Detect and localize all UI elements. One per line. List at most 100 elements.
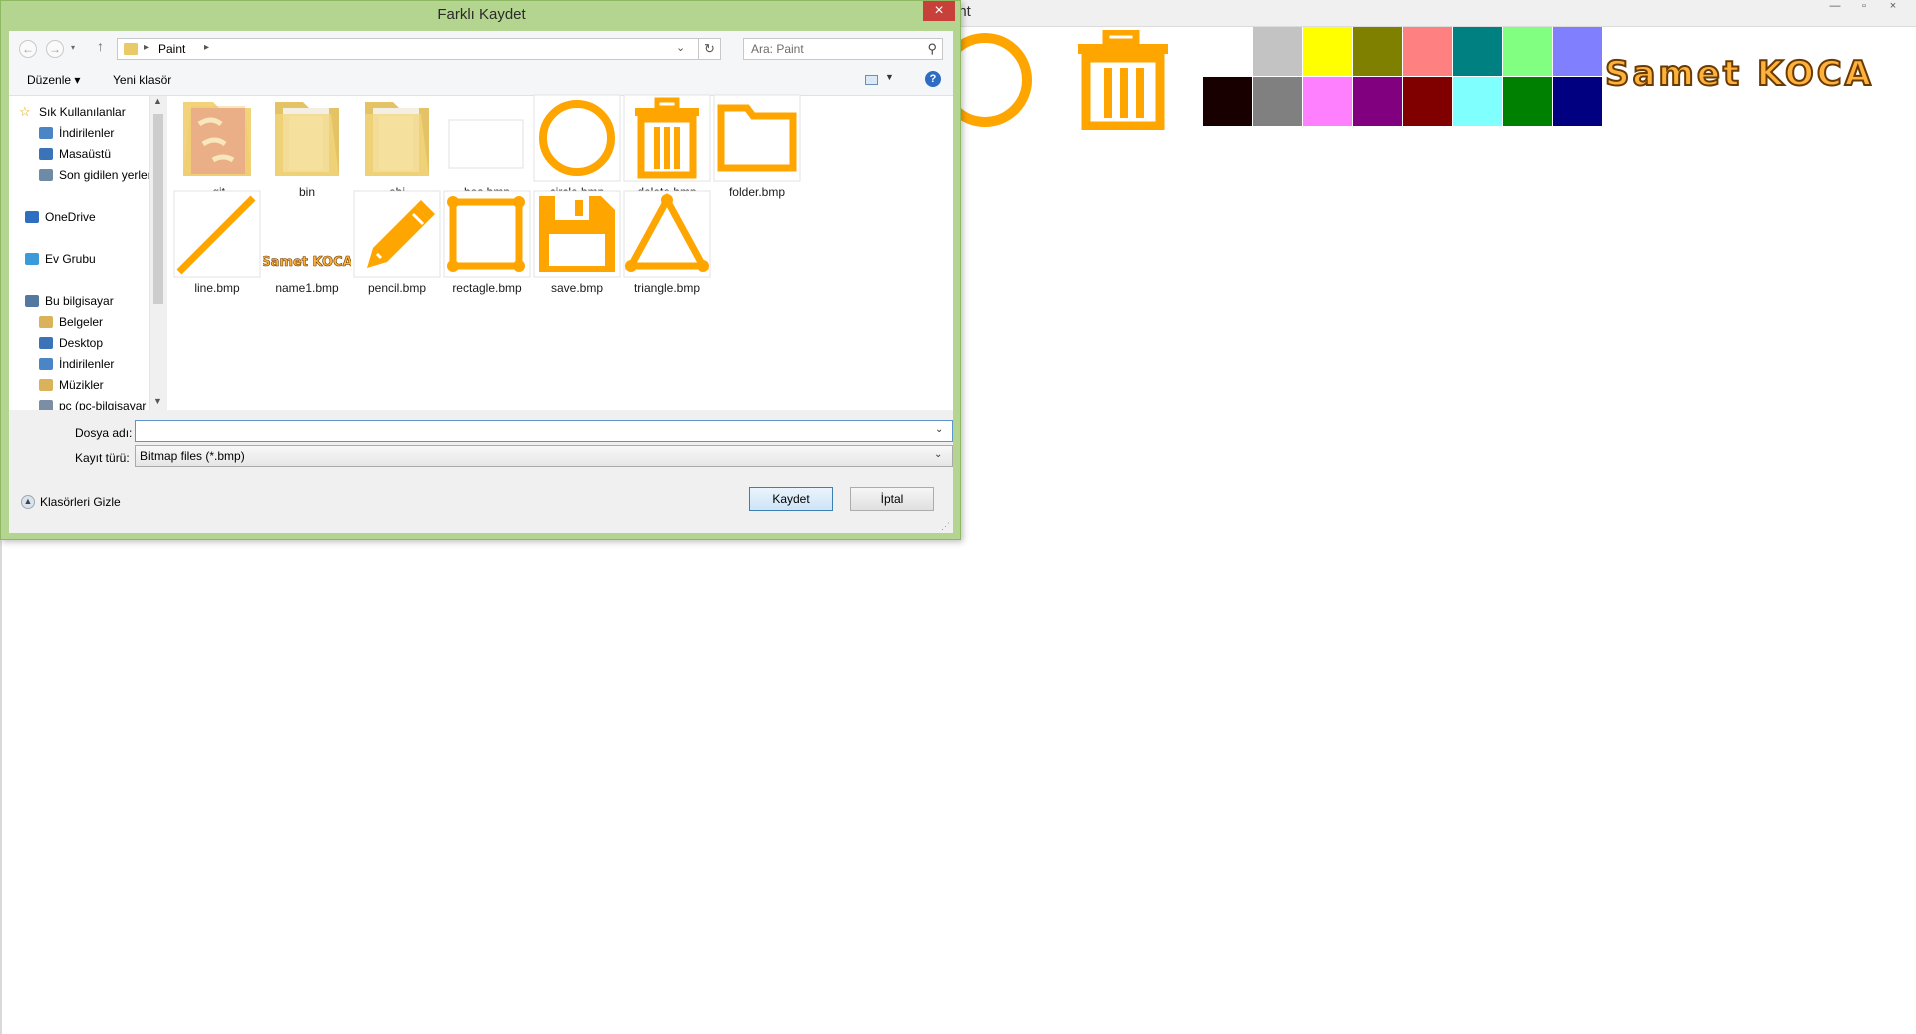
navigation-bar: ← → ▾ ↑ ▸ Paint ▸ ⌄ ↻ Ara: Paint ⚲ [9,31,953,65]
refresh-icon[interactable]: ↻ [699,38,721,60]
color-swatch[interactable] [1203,27,1253,77]
file-name: rectagle.bmp [452,281,522,295]
homegroup-icon [25,253,39,265]
resize-grip-icon[interactable]: ⋰ [941,521,950,532]
back-arrow-icon[interactable]: ← [19,40,37,58]
file-name: triangle.bmp [633,281,701,295]
organize-menu-button[interactable]: Düzenle ▾ [27,73,80,87]
nav-tree-item[interactable]: Desktop [39,335,103,351]
color-swatch[interactable] [1303,77,1353,127]
file-item[interactable]: .git [165,94,269,204]
filename-input[interactable] [135,420,953,442]
file-name: folder.bmp [728,185,786,199]
nav-tree-item[interactable]: Bu bilgisayar [25,293,114,309]
maximize-button[interactable]: ▫ [1850,0,1878,14]
file-item[interactable]: rectagle.bmp [435,190,539,300]
file-item[interactable]: Samet KOCA name1.bmp [255,190,359,300]
nav-tree-item[interactable]: Masaüstü [39,146,111,162]
dialog-close-button[interactable]: × [923,1,955,21]
recent-locations-dropdown-icon[interactable]: ▾ [71,43,75,52]
color-swatch[interactable] [1503,77,1553,127]
nav-tree-item[interactable]: pc (pc-bilgisayar [39,398,146,410]
svg-text:Samet KOCA: Samet KOCA [263,255,351,270]
nav-tree-item[interactable]: Ev Grubu [25,251,96,267]
search-icon[interactable]: ⚲ [927,41,937,57]
breadcrumb-separator-icon[interactable]: ▸ [204,42,209,53]
nav-tree-label: Masaüstü [59,147,112,161]
color-swatch[interactable] [1203,77,1253,127]
filename-dropdown-icon[interactable]: ⌄ [935,424,943,435]
save-button[interactable]: Kaydet [749,487,833,511]
color-swatch[interactable] [1353,27,1403,77]
file-list: .gitbinobjbos.bmpcircle.bmpdelete.bmp fol… [165,94,953,410]
git-folder-thumbnail-icon [173,94,261,182]
folder-thumbnail-icon [263,94,351,182]
line-thumbnail-icon [173,190,261,278]
network-drive-icon [39,400,53,410]
color-swatch[interactable] [1553,27,1603,77]
scroll-down-icon[interactable]: ▼ [153,396,162,406]
computer-icon [25,295,39,307]
filetype-select[interactable]: Bitmap files (*.bmp) ⌄ [135,445,953,467]
color-swatch[interactable] [1553,77,1603,127]
file-item[interactable]: bin [255,94,359,204]
triangle-thumbnail-icon [623,190,711,278]
trash-thumbnail-icon [623,94,711,182]
chevron-up-icon: ▲ [21,495,35,509]
nav-tree-item[interactable]: ☆ Sık Kullanılanlar [19,104,126,120]
scroll-thumb[interactable] [153,114,163,304]
nav-tree-item[interactable]: İndirilenler [39,125,114,141]
file-item[interactable]: pencil.bmp [345,190,449,300]
nav-tree-label: Bu bilgisayar [45,294,114,308]
file-item[interactable]: obj [345,94,449,204]
hide-folders-toggle[interactable]: ▲ Klasörleri Gizle [21,495,121,509]
color-swatch[interactable] [1503,27,1553,77]
chevron-down-icon: ▼ [885,72,894,82]
color-swatch[interactable] [1453,27,1503,77]
nav-scrollbar[interactable]: ▲ ▼ [149,96,165,410]
downloads-icon [39,127,53,139]
nav-tree-label: Desktop [59,336,104,350]
nav-tree-item[interactable]: İndirilenler [39,356,114,372]
file-item[interactable]: delete.bmp [615,94,719,204]
music-icon [39,379,53,391]
color-swatch[interactable] [1403,77,1453,127]
dialog-body: ← → ▾ ↑ ▸ Paint ▸ ⌄ ↻ Ara: Paint ⚲ Düzen… [9,31,953,533]
address-bar[interactable]: ▸ Paint ▸ ⌄ [117,38,699,60]
breadcrumb-separator-icon[interactable]: ▸ [144,42,149,53]
file-item[interactable]: folder.bmp [705,94,809,204]
change-view-button[interactable]: ▼ [865,71,901,89]
color-swatch[interactable] [1353,77,1403,127]
forward-arrow-icon[interactable]: → [46,40,64,58]
address-dropdown-icon[interactable]: ⌄ [676,41,685,54]
nav-tree-item[interactable]: Müzikler [39,377,104,393]
up-arrow-icon[interactable]: ↑ [97,38,104,54]
color-swatch[interactable] [1303,27,1353,77]
nav-tree-item[interactable]: Son gidilen yerler [39,167,152,183]
color-swatch[interactable] [1253,27,1303,77]
breadcrumb-paint[interactable]: Paint [158,42,185,56]
name-logo: Samet KOCA [1604,53,1874,95]
color-swatch[interactable] [1403,27,1453,77]
cancel-button[interactable]: İptal [850,487,934,511]
search-box[interactable]: Ara: Paint ⚲ [743,38,943,60]
nav-tree-label: İndirilenler [59,126,115,140]
star-icon: ☆ [19,104,31,119]
nav-tree-item[interactable]: Belgeler [39,314,103,330]
file-item[interactable]: circle.bmp [525,94,629,204]
file-item[interactable]: save.bmp [525,190,629,300]
file-item[interactable]: line.bmp [165,190,269,300]
new-folder-button[interactable]: Yeni klasör [113,73,171,87]
name-thumbnail-icon: Samet KOCA [261,190,353,278]
color-swatch[interactable] [1253,77,1303,127]
scroll-up-icon[interactable]: ▲ [153,96,162,106]
help-icon[interactable]: ? [925,71,941,87]
minimize-button[interactable]: — [1821,0,1849,14]
color-swatch[interactable] [1453,77,1503,127]
delete-tool-icon[interactable] [1070,30,1190,130]
nav-tree-item[interactable]: OneDrive [25,209,96,225]
file-item[interactable]: triangle.bmp [615,190,719,300]
blank-thumbnail-icon [443,94,531,182]
file-item[interactable]: bos.bmp [435,94,539,204]
close-app-button[interactable]: × [1879,0,1907,14]
